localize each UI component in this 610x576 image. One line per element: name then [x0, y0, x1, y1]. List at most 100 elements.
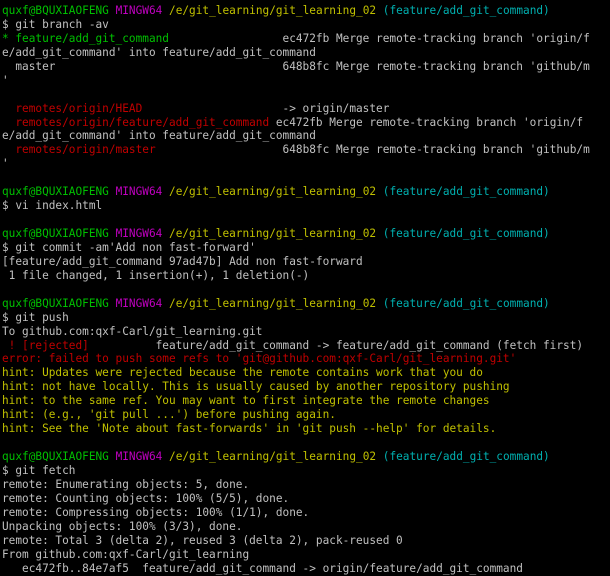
terminal-text-segment: /e/git_learning/git_learning_02 [169, 450, 377, 463]
terminal-text-segment: From github.com:qxf-Carl/git_learning [2, 547, 250, 561]
terminal-text-segment: e/add_git_command' into feature/add_git_… [2, 129, 316, 143]
terminal-text-segment: To github.com:qxf-Carl/git_learning.git [2, 324, 263, 338]
terminal-text-segment: /e/git_learning/git_learning_02 [169, 227, 377, 240]
terminal-text-segment: hint: to the same ref. You may want to f… [2, 394, 490, 408]
terminal-text-segment: hint: Updates were rejected because the … [2, 366, 483, 380]
terminal-line: ' [2, 157, 610, 171]
terminal-line: $ git push [2, 311, 610, 325]
terminal-text-segment: * feature/add_git_command [2, 31, 169, 45]
terminal-text-segment: $ git branch -av [2, 17, 109, 31]
terminal-line: $ git commit -am'Add non fast-forward' [2, 241, 610, 255]
terminal-text-segment: remotes/origin/HEAD [15, 101, 143, 115]
terminal-line: quxf@BQUXIAOFENG MINGW64 /e/git_learning… [2, 4, 610, 18]
terminal-line: remotes/origin/feature/add_git_command e… [2, 116, 610, 130]
terminal-line: error: failed to push some refs to 'git@… [2, 352, 610, 366]
terminal-line: $ git fetch [2, 464, 610, 478]
terminal-line: 1 file changed, 1 insertion(+), 1 deleti… [2, 269, 610, 283]
terminal-text-segment: MINGW64 [115, 296, 163, 310]
terminal-line: ! [rejected] feature/add_git_command -> … [2, 339, 610, 353]
terminal-text-segment: master 648b8fc Merge remote-tracking bra… [2, 59, 590, 73]
terminal-line: remotes/origin/master 648b8fc Merge remo… [2, 143, 610, 157]
terminal-line: From github.com:qxf-Carl/git_learning [2, 548, 610, 562]
terminal-text-segment: ec472fb..84e7af5 feature/add_git_command… [2, 561, 523, 575]
terminal-line: hint: not have locally. This is usually … [2, 380, 610, 394]
terminal-text-segment: quxf@BQUXIAOFENG [2, 450, 109, 463]
terminal-text-segment: Unpacking objects: 100% (3/3), done. [2, 519, 243, 533]
terminal-text-segment: ' [2, 73, 9, 87]
terminal-text-segment: quxf@BQUXIAOFENG [2, 4, 109, 17]
terminal-line: ec472fb..84e7af5 feature/add_git_command… [2, 562, 610, 576]
terminal-text-segment: ec472fb Merge remote-tracking branch 'or… [168, 31, 590, 45]
terminal-text-segment: ec472fb Merge remote-tracking branch 'or… [269, 115, 584, 129]
terminal-line: remotes/origin/HEAD -> origin/master [2, 102, 610, 116]
terminal-line: remote: Enumerating objects: 5, done. [2, 478, 610, 492]
terminal-text-segment: e/add_git_command' into feature/add_git_… [2, 45, 316, 59]
terminal-text-segment: MINGW64 [115, 185, 163, 199]
terminal-line: [feature/add_git_command 97ad47b] Add no… [2, 255, 610, 269]
terminal-text-segment: remote: Counting objects: 100% (5/5), do… [2, 491, 290, 505]
terminal-text-segment: quxf@BQUXIAOFENG [2, 185, 109, 199]
terminal-line: hint: See the 'Note about fast-forwards'… [2, 422, 610, 436]
terminal-line: $ git branch -av [2, 18, 610, 32]
terminal-text-segment: error: failed to push some refs to 'git@… [2, 352, 517, 366]
terminal-text-segment: 648b8fc Merge remote-tracking branch 'gi… [155, 143, 590, 157]
terminal-text-segment: /e/git_learning/git_learning_02 [169, 4, 377, 17]
terminal-text-segment: (feature/add_git_command) [382, 227, 550, 240]
terminal-text-segment: $ git commit -am'Add non fast-forward' [2, 240, 256, 254]
terminal-line: quxf@BQUXIAOFENG MINGW64 /e/git_learning… [2, 227, 610, 241]
terminal-line: quxf@BQUXIAOFENG MINGW64 /e/git_learning… [2, 185, 610, 199]
terminal-line: ' [2, 74, 610, 88]
terminal-text-segment: hint: See the 'Note about fast-forwards'… [2, 422, 497, 436]
terminal-line: hint: (e.g., 'git pull ...') before push… [2, 408, 610, 422]
terminal-text-segment: 1 file changed, 1 insertion(+), 1 deleti… [2, 268, 310, 282]
terminal-line: master 648b8fc Merge remote-tracking bra… [2, 60, 610, 74]
terminal-text-segment: [feature/add_git_command 97ad47b] Add no… [2, 254, 363, 268]
terminal-text-segment: -> origin/master [142, 101, 390, 115]
terminal-text-segment: MINGW64 [115, 450, 163, 463]
terminal-line: hint: to the same ref. You may want to f… [2, 394, 610, 408]
terminal-text-segment: feature/add_git_command -> feature/add_g… [88, 338, 584, 352]
terminal-text-segment: ' [2, 157, 9, 171]
terminal-text-segment: /e/git_learning/git_learning_02 [169, 185, 377, 199]
terminal-text-segment: quxf@BQUXIAOFENG [2, 296, 109, 310]
terminal-line: remote: Compressing objects: 100% (1/1),… [2, 506, 610, 520]
terminal-text-segment: hint: not have locally. This is usually … [2, 380, 510, 394]
terminal-line: * feature/add_git_command ec472fb Merge … [2, 32, 610, 46]
terminal-text-segment: remote: Total 3 (delta 2), reused 3 (del… [2, 533, 403, 547]
terminal-text-segment: (feature/add_git_command) [382, 296, 550, 310]
terminal-output[interactable]: quxf@BQUXIAOFENG MINGW64 /e/git_learning… [0, 0, 610, 576]
terminal-text-segment: remotes/origin/feature/add_git_command [15, 115, 270, 129]
terminal-text-segment: (feature/add_git_command) [382, 4, 550, 17]
terminal-line: e/add_git_command' into feature/add_git_… [2, 46, 610, 60]
terminal-line: To github.com:qxf-Carl/git_learning.git [2, 325, 610, 339]
terminal-line: quxf@BQUXIAOFENG MINGW64 /e/git_learning… [2, 450, 610, 464]
terminal-text-segment: (feature/add_git_command) [382, 185, 550, 199]
terminal-text-segment: remote: Compressing objects: 100% (1/1),… [2, 505, 310, 519]
terminal-line: quxf@BQUXIAOFENG MINGW64 /e/git_learning… [2, 297, 610, 311]
terminal-text-segment: (feature/add_git_command) [382, 450, 550, 463]
terminal-text-segment: MINGW64 [115, 227, 163, 240]
terminal-text-segment: remotes/origin/master [15, 143, 156, 157]
terminal-line: hint: Updates were rejected because the … [2, 366, 610, 380]
